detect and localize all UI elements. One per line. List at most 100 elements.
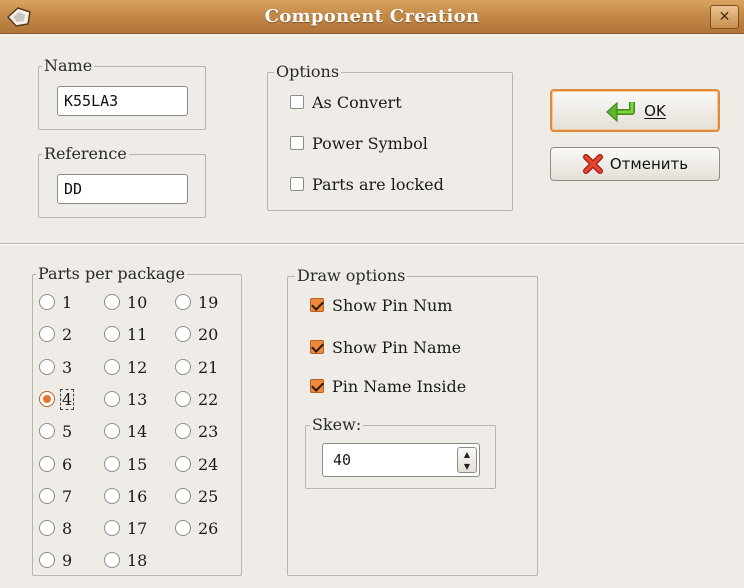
radio-label: 17 bbox=[127, 518, 148, 538]
options-frame-label: Options bbox=[274, 62, 342, 81]
radio-label: 8 bbox=[62, 518, 73, 538]
spin-up-icon[interactable]: ▲ bbox=[458, 448, 476, 460]
radio-button[interactable] bbox=[104, 552, 120, 568]
radio-button[interactable] bbox=[39, 359, 55, 375]
checkbox-box[interactable] bbox=[290, 136, 304, 150]
checkbox-box[interactable] bbox=[290, 177, 304, 191]
show-pin-name-checkbox[interactable]: Show Pin Name bbox=[310, 336, 461, 358]
radio-label: 3 bbox=[62, 357, 73, 377]
parts-radio-13[interactable]: 13 bbox=[104, 387, 148, 411]
parts-radio-21[interactable]: 21 bbox=[175, 355, 219, 379]
radio-button[interactable] bbox=[39, 456, 55, 472]
radio-button[interactable] bbox=[175, 456, 191, 472]
parts-radio-15[interactable]: 15 bbox=[104, 452, 148, 476]
radio-button[interactable] bbox=[104, 488, 120, 504]
radio-button[interactable] bbox=[104, 391, 120, 407]
checkbox-box[interactable] bbox=[310, 340, 324, 354]
parts-locked-checkbox[interactable]: Parts are locked bbox=[290, 173, 444, 195]
radio-label: 6 bbox=[62, 454, 73, 474]
parts-radio-17[interactable]: 17 bbox=[104, 516, 148, 540]
radio-label: 2 bbox=[62, 324, 73, 344]
radio-label: 20 bbox=[198, 324, 219, 344]
parts-radio-18[interactable]: 18 bbox=[104, 548, 148, 572]
parts-radio-10[interactable]: 10 bbox=[104, 290, 148, 314]
radio-label: 13 bbox=[127, 389, 148, 409]
radio-button[interactable] bbox=[39, 326, 55, 342]
checkbox-box[interactable] bbox=[310, 379, 324, 393]
radio-button[interactable] bbox=[39, 423, 55, 439]
window-title: Component Creation bbox=[264, 6, 480, 27]
parts-radio-22[interactable]: 22 bbox=[175, 387, 219, 411]
parts-radio-11[interactable]: 11 bbox=[104, 322, 148, 346]
radio-button[interactable] bbox=[39, 391, 55, 407]
parts-radio-12[interactable]: 12 bbox=[104, 355, 148, 379]
radio-button[interactable] bbox=[175, 294, 191, 310]
parts-radio-24[interactable]: 24 bbox=[175, 452, 219, 476]
checkbox-label: Show Pin Name bbox=[332, 337, 462, 357]
radio-button[interactable] bbox=[175, 326, 191, 342]
parts-radio-14[interactable]: 14 bbox=[104, 419, 148, 443]
radio-button[interactable] bbox=[175, 488, 191, 504]
radio-label: 10 bbox=[127, 292, 148, 312]
radio-button[interactable] bbox=[104, 423, 120, 439]
radio-label: 4 bbox=[59, 388, 75, 410]
parts-radio-25[interactable]: 25 bbox=[175, 484, 219, 508]
radio-button[interactable] bbox=[175, 520, 191, 536]
radio-button[interactable] bbox=[104, 520, 120, 536]
spin-buttons[interactable]: ▲ ▼ bbox=[457, 447, 477, 473]
name-input[interactable]: K55LA3 bbox=[57, 86, 188, 116]
ok-button[interactable]: OK bbox=[550, 89, 720, 132]
parts-radio-19[interactable]: 19 bbox=[175, 290, 219, 314]
cancel-button[interactable]: Отменить bbox=[550, 147, 720, 181]
horizontal-separator bbox=[0, 243, 744, 245]
pin-name-inside-checkbox[interactable]: Pin Name Inside bbox=[310, 375, 466, 397]
show-pin-num-checkbox[interactable]: Show Pin Num bbox=[310, 294, 452, 316]
parts-radio-4[interactable]: 4 bbox=[39, 387, 75, 411]
parts-radio-8[interactable]: 8 bbox=[39, 516, 73, 540]
reference-input[interactable]: DD bbox=[57, 174, 188, 204]
radio-button[interactable] bbox=[39, 488, 55, 504]
radio-label: 12 bbox=[127, 357, 148, 377]
skew-value[interactable]: 40 bbox=[333, 444, 351, 476]
radio-button[interactable] bbox=[39, 294, 55, 310]
parts-radio-20[interactable]: 20 bbox=[175, 322, 219, 346]
close-button[interactable]: ✕ bbox=[710, 5, 739, 29]
parts-radio-2[interactable]: 2 bbox=[39, 322, 73, 346]
parts-radio-7[interactable]: 7 bbox=[39, 484, 73, 508]
radio-button[interactable] bbox=[175, 391, 191, 407]
radio-button[interactable] bbox=[104, 326, 120, 342]
parts-radio-16[interactable]: 16 bbox=[104, 484, 148, 508]
enter-arrow-icon bbox=[606, 101, 636, 122]
checkbox-label: Pin Name Inside bbox=[332, 376, 467, 396]
radio-button[interactable] bbox=[104, 359, 120, 375]
as-convert-checkbox[interactable]: As Convert bbox=[290, 91, 402, 113]
parts-radio-5[interactable]: 5 bbox=[39, 419, 73, 443]
cancel-x-icon bbox=[582, 154, 603, 174]
parts-radio-1[interactable]: 1 bbox=[39, 290, 73, 314]
checkbox-label: Power Symbol bbox=[312, 133, 428, 153]
parts-radio-3[interactable]: 3 bbox=[39, 355, 73, 379]
skew-spinbutton[interactable]: 40 ▲ ▼ bbox=[322, 443, 480, 477]
radio-label: 1 bbox=[62, 292, 73, 312]
spin-down-icon[interactable]: ▼ bbox=[458, 460, 476, 472]
power-symbol-checkbox[interactable]: Power Symbol bbox=[290, 132, 428, 154]
checkbox-box[interactable] bbox=[290, 95, 304, 109]
radio-button[interactable] bbox=[104, 456, 120, 472]
radio-label: 19 bbox=[198, 292, 219, 312]
checkbox-label: As Convert bbox=[312, 92, 402, 112]
radio-label: 5 bbox=[62, 421, 73, 441]
parts-radio-6[interactable]: 6 bbox=[39, 452, 73, 476]
radio-button[interactable] bbox=[104, 294, 120, 310]
radio-button[interactable] bbox=[39, 552, 55, 568]
parts-per-package-label: Parts per package bbox=[36, 264, 188, 283]
radio-button[interactable] bbox=[175, 359, 191, 375]
radio-button[interactable] bbox=[39, 520, 55, 536]
checkbox-box[interactable] bbox=[310, 298, 324, 312]
parts-radio-9[interactable]: 9 bbox=[39, 548, 73, 572]
radio-label: 14 bbox=[127, 421, 148, 441]
radio-label: 9 bbox=[62, 550, 73, 570]
parts-radio-23[interactable]: 23 bbox=[175, 419, 219, 443]
parts-radio-26[interactable]: 26 bbox=[175, 516, 219, 540]
window-titlebar[interactable]: Component Creation ✕ bbox=[0, 0, 744, 34]
radio-button[interactable] bbox=[175, 423, 191, 439]
